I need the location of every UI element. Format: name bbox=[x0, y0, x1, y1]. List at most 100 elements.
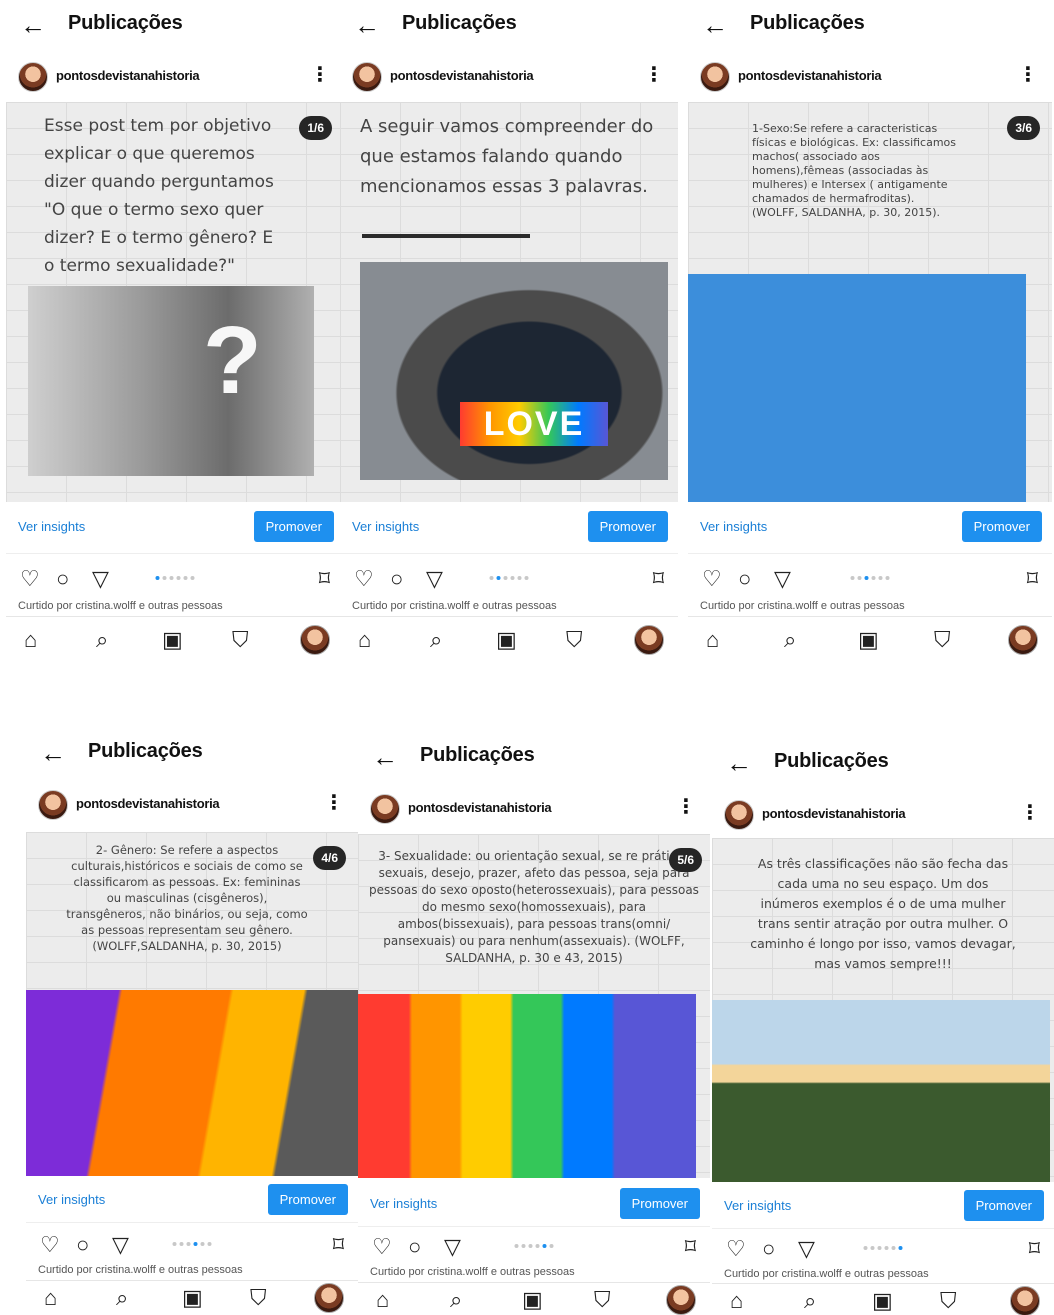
bookmark-icon[interactable]: ⌑ bbox=[653, 566, 664, 592]
comment-icon[interactable]: ○ bbox=[408, 1234, 421, 1260]
username[interactable]: pontosdevistanahistoria bbox=[738, 68, 882, 83]
liked-by-text[interactable]: Curtido por cristina.wolff e outras pess… bbox=[370, 1266, 575, 1280]
post-media[interactable]: As três classificações não são fecha das… bbox=[712, 838, 1054, 1182]
reels-icon[interactable]: ▣ bbox=[496, 627, 517, 653]
promote-button[interactable]: Promover bbox=[587, 511, 668, 542]
shop-icon[interactable]: ⛉ bbox=[934, 627, 951, 653]
view-insights-link[interactable]: Ver insights bbox=[38, 1192, 105, 1207]
shop-icon[interactable]: ⛉ bbox=[232, 627, 249, 653]
heart-icon[interactable]: ♡ bbox=[702, 566, 722, 592]
post-media[interactable]: 3- Sexualidade: ou orientação sexual, se… bbox=[358, 834, 710, 1178]
reels-icon[interactable]: ▣ bbox=[162, 627, 183, 653]
back-arrow-icon[interactable]: ← bbox=[354, 10, 380, 40]
liked-by-text[interactable]: Curtido por cristina.wolff e outras pess… bbox=[724, 1268, 929, 1282]
reels-icon[interactable]: ▣ bbox=[182, 1285, 203, 1311]
username[interactable]: pontosdevistanahistoria bbox=[76, 796, 220, 811]
avatar[interactable] bbox=[18, 62, 48, 92]
comment-icon[interactable]: ○ bbox=[390, 566, 403, 592]
comment-icon[interactable]: ○ bbox=[76, 1232, 89, 1258]
share-icon[interactable]: ▽ bbox=[426, 566, 443, 592]
view-insights-link[interactable]: Ver insights bbox=[18, 519, 85, 534]
share-icon[interactable]: ▽ bbox=[444, 1234, 461, 1260]
search-icon[interactable]: ⌕ bbox=[784, 627, 796, 653]
liked-by-text[interactable]: Curtido por cristina.wolff e outras pess… bbox=[352, 600, 557, 614]
search-icon[interactable]: ⌕ bbox=[804, 1288, 816, 1314]
view-insights-link[interactable]: Ver insights bbox=[352, 519, 419, 534]
reels-icon[interactable]: ▣ bbox=[872, 1288, 893, 1314]
home-icon[interactable]: ⌂ bbox=[358, 627, 371, 653]
more-options-icon[interactable]: ⋮ bbox=[644, 62, 664, 87]
back-arrow-icon[interactable]: ← bbox=[702, 10, 728, 40]
promote-button[interactable]: Promover bbox=[253, 511, 334, 542]
liked-by-text[interactable]: Curtido por cristina.wolff e outras pess… bbox=[700, 600, 905, 614]
avatar[interactable] bbox=[700, 62, 730, 92]
search-icon[interactable]: ⌕ bbox=[116, 1285, 128, 1311]
more-options-icon[interactable]: ⋮ bbox=[676, 794, 696, 819]
profile-avatar[interactable] bbox=[314, 1283, 344, 1313]
comment-icon[interactable]: ○ bbox=[738, 566, 751, 592]
home-icon[interactable]: ⌂ bbox=[44, 1285, 57, 1311]
liked-by-text[interactable]: Curtido por cristina.wolff e outras pess… bbox=[18, 600, 223, 614]
username[interactable]: pontosdevistanahistoria bbox=[56, 68, 200, 83]
more-options-icon[interactable]: ⋮ bbox=[1020, 800, 1040, 825]
profile-avatar[interactable] bbox=[634, 625, 664, 655]
avatar[interactable] bbox=[352, 62, 382, 92]
username[interactable]: pontosdevistanahistoria bbox=[762, 806, 906, 821]
comment-icon[interactable]: ○ bbox=[56, 566, 69, 592]
home-icon[interactable]: ⌂ bbox=[706, 627, 719, 653]
bookmark-icon[interactable]: ⌑ bbox=[685, 1234, 696, 1260]
promote-button[interactable]: Promover bbox=[619, 1188, 700, 1219]
back-arrow-icon[interactable]: ← bbox=[20, 10, 46, 40]
heart-icon[interactable]: ♡ bbox=[372, 1234, 392, 1260]
more-options-icon[interactable]: ⋮ bbox=[1018, 62, 1038, 87]
view-insights-link[interactable]: Ver insights bbox=[700, 519, 767, 534]
search-icon[interactable]: ⌕ bbox=[96, 627, 108, 653]
share-icon[interactable]: ▽ bbox=[92, 566, 109, 592]
profile-avatar[interactable] bbox=[1008, 625, 1038, 655]
comment-icon[interactable]: ○ bbox=[762, 1236, 775, 1262]
promote-button[interactable]: Promover bbox=[267, 1184, 348, 1215]
profile-avatar[interactable] bbox=[1010, 1286, 1040, 1315]
avatar[interactable] bbox=[370, 794, 400, 824]
heart-icon[interactable]: ♡ bbox=[726, 1236, 746, 1262]
shop-icon[interactable]: ⛉ bbox=[250, 1285, 267, 1311]
back-arrow-icon[interactable]: ← bbox=[40, 738, 66, 768]
more-options-icon[interactable]: ⋮ bbox=[310, 62, 330, 87]
avatar[interactable] bbox=[38, 790, 68, 820]
profile-avatar[interactable] bbox=[300, 625, 330, 655]
bookmark-icon[interactable]: ⌑ bbox=[1027, 566, 1038, 592]
view-insights-link[interactable]: Ver insights bbox=[370, 1196, 437, 1211]
post-media[interactable]: Esse post tem por objetivo explicar o qu… bbox=[6, 102, 344, 502]
avatar[interactable] bbox=[724, 800, 754, 830]
promote-button[interactable]: Promover bbox=[963, 1190, 1044, 1221]
search-icon[interactable]: ⌕ bbox=[430, 627, 442, 653]
shop-icon[interactable]: ⛉ bbox=[566, 627, 583, 653]
profile-avatar[interactable] bbox=[666, 1285, 696, 1315]
heart-icon[interactable]: ♡ bbox=[40, 1232, 60, 1258]
more-options-icon[interactable]: ⋮ bbox=[324, 790, 344, 815]
home-icon[interactable]: ⌂ bbox=[730, 1288, 743, 1314]
heart-icon[interactable]: ♡ bbox=[354, 566, 374, 592]
post-media[interactable]: 2- Gênero: Se refere a aspectos culturai… bbox=[26, 832, 358, 1176]
heart-icon[interactable]: ♡ bbox=[20, 566, 40, 592]
reels-icon[interactable]: ▣ bbox=[858, 627, 879, 653]
post-media[interactable]: 1-Sexo:Se refere a caracteristicas físic… bbox=[688, 102, 1052, 502]
username[interactable]: pontosdevistanahistoria bbox=[408, 800, 552, 815]
home-icon[interactable]: ⌂ bbox=[376, 1287, 389, 1313]
search-icon[interactable]: ⌕ bbox=[450, 1287, 462, 1313]
liked-by-text[interactable]: Curtido por cristina.wolff e outras pess… bbox=[38, 1264, 243, 1278]
post-media[interactable]: A seguir vamos compreender do que estamo… bbox=[340, 102, 678, 502]
bookmark-icon[interactable]: ⌑ bbox=[1029, 1236, 1040, 1262]
promote-button[interactable]: Promover bbox=[961, 511, 1042, 542]
share-icon[interactable]: ▽ bbox=[774, 566, 791, 592]
bookmark-icon[interactable]: ⌑ bbox=[333, 1232, 344, 1258]
username[interactable]: pontosdevistanahistoria bbox=[390, 68, 534, 83]
view-insights-link[interactable]: Ver insights bbox=[724, 1198, 791, 1213]
shop-icon[interactable]: ⛉ bbox=[940, 1288, 957, 1314]
back-arrow-icon[interactable]: ← bbox=[726, 748, 752, 778]
bookmark-icon[interactable]: ⌑ bbox=[319, 566, 330, 592]
shop-icon[interactable]: ⛉ bbox=[594, 1287, 611, 1313]
home-icon[interactable]: ⌂ bbox=[24, 627, 37, 653]
share-icon[interactable]: ▽ bbox=[798, 1236, 815, 1262]
reels-icon[interactable]: ▣ bbox=[522, 1287, 543, 1313]
